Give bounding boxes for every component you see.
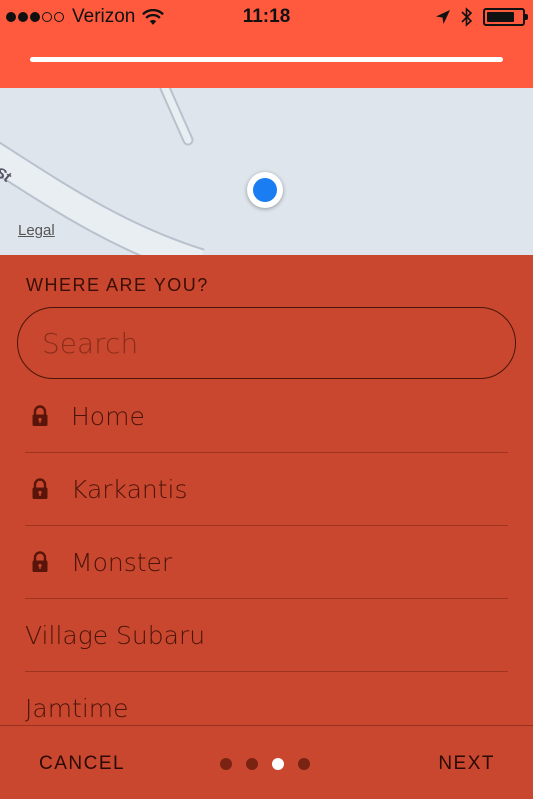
- lock-icon: [31, 478, 49, 500]
- battery-icon: [483, 8, 528, 26]
- location-item[interactable]: Karkantis: [25, 453, 508, 526]
- search-input[interactable]: [17, 307, 516, 379]
- next-button[interactable]: NEXT: [438, 753, 495, 775]
- location-arrow-icon: [436, 10, 450, 24]
- status-bar: Verizon 11:18: [0, 0, 533, 36]
- bluetooth-icon: [461, 7, 473, 27]
- page-dot: [246, 758, 258, 770]
- location-item[interactable]: Home: [25, 380, 508, 453]
- lock-icon: [31, 551, 49, 573]
- location-item[interactable]: Monster: [25, 526, 508, 599]
- progress-header: [0, 36, 533, 88]
- location-item[interactable]: Village Subaru: [25, 599, 508, 672]
- location-label: Jamtime: [25, 694, 129, 723]
- cancel-button[interactable]: CANCEL: [39, 753, 125, 775]
- legal-link[interactable]: Legal: [18, 222, 55, 239]
- user-location-dot: [247, 172, 283, 208]
- location-label: Home: [71, 401, 145, 431]
- lock-icon: [31, 405, 49, 427]
- page-dot: [298, 758, 310, 770]
- panel-title: WHERE ARE YOU?: [26, 275, 209, 295]
- location-item[interactable]: Jamtime: [25, 672, 508, 725]
- page-dot-active: [272, 758, 284, 770]
- location-label: Monster: [71, 547, 173, 577]
- progress-fill: [30, 57, 503, 62]
- progress-bar: [30, 57, 503, 62]
- status-right: [435, 7, 528, 27]
- page-dot: [220, 758, 232, 770]
- location-panel: WHERE ARE YOU? Home Karkantis Monster Villa…: [0, 255, 533, 725]
- location-label: Village Subaru: [25, 620, 206, 650]
- location-list: Home Karkantis Monster Village Subaru Jamtim…: [25, 380, 508, 725]
- page-indicator: [220, 758, 310, 770]
- footer-bar: CANCEL NEXT: [0, 725, 533, 799]
- location-label: Karkantis: [71, 474, 188, 504]
- battery-fill: [487, 12, 515, 22]
- map-view[interactable]: St Legal: [0, 88, 533, 255]
